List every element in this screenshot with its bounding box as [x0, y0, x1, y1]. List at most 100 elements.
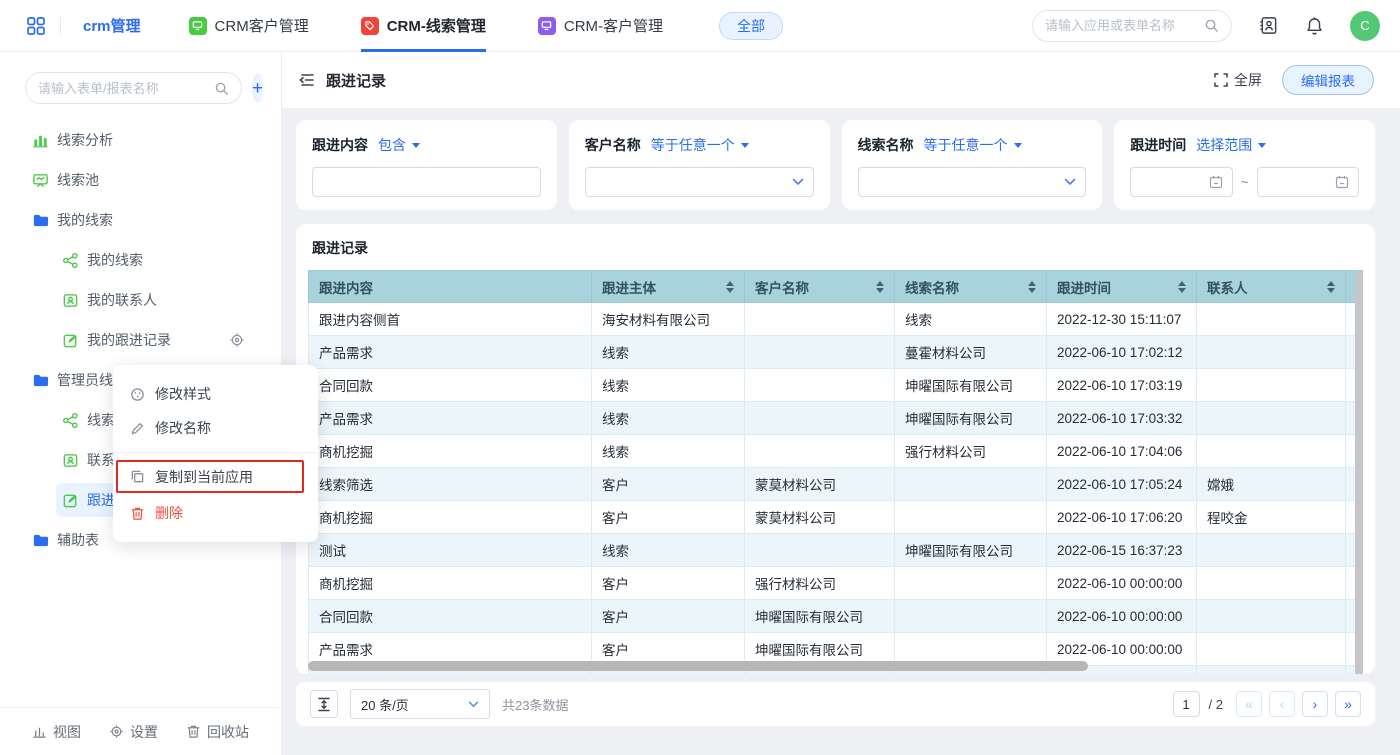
- table-row[interactable]: 线索筛选客户蒙莫材料公司2022-06-10 17:05:24嫦娥: [309, 468, 1363, 501]
- filter-operator-dropdown[interactable]: 选择范围: [1196, 135, 1266, 155]
- col-followup-time[interactable]: 跟进时间: [1047, 271, 1197, 303]
- sidebar-folder-my-leads[interactable]: 我的线索: [0, 200, 281, 240]
- prev-page-button[interactable]: ‹: [1269, 691, 1295, 717]
- folder-icon: [32, 372, 49, 389]
- date-from-input[interactable]: [1130, 167, 1232, 197]
- sidebar-item-lead-analysis[interactable]: 线索分析: [0, 120, 281, 160]
- app-tabs: CRM客户管理 CRM-线索管理 CRM-客户管理: [189, 0, 663, 52]
- table-row[interactable]: 商机挖掘线索强行材料公司2022-06-10 17:04:06: [309, 435, 1363, 468]
- table-row[interactable]: 产品需求线索蔓霍材料公司2022-06-10 17:02:12: [309, 336, 1363, 369]
- sidebar-item-my-leads[interactable]: 我的线索: [0, 240, 281, 280]
- contact-card-icon: [62, 292, 79, 309]
- sidebar-item-label: 线索: [87, 410, 115, 430]
- first-page-button[interactable]: «: [1236, 691, 1262, 717]
- sort-icon[interactable]: [726, 281, 734, 293]
- filter-select[interactable]: [585, 167, 814, 197]
- sidebar-item-my-followups[interactable]: 我的跟进记录: [0, 320, 281, 360]
- col-customer-name[interactable]: 客户名称: [745, 271, 895, 303]
- filter-field-label: 跟进时间: [1130, 135, 1186, 155]
- col-followup-content[interactable]: 跟进内容: [309, 271, 592, 303]
- filter-field-label: 客户名称: [585, 135, 641, 155]
- context-menu: 修改样式 修改名称 复制到当前应用 删除: [113, 365, 318, 542]
- main-area: 跟进记录 全屏 编辑报表 跟进内容 包含: [282, 52, 1400, 755]
- menu-item-label: 复制到当前应用: [155, 467, 253, 487]
- recycle-label: 回收站: [207, 722, 249, 742]
- all-filter-pill[interactable]: 全部: [719, 12, 783, 40]
- tab-crm-customer-mgmt[interactable]: CRM客户管理: [189, 0, 309, 52]
- vertical-scrollbar[interactable]: [1355, 270, 1363, 674]
- page-size-select[interactable]: 20 条/页: [350, 689, 490, 719]
- table-title: 跟进记录: [308, 238, 1363, 258]
- next-page-button[interactable]: ›: [1302, 691, 1328, 717]
- sort-icon[interactable]: [1178, 281, 1186, 293]
- sidebar-item-label: 我的联系人: [87, 290, 157, 310]
- menu-item-edit-style[interactable]: 修改样式: [113, 377, 318, 411]
- item-settings-gear-icon[interactable]: [229, 332, 245, 348]
- settings-label: 设置: [130, 722, 158, 742]
- col-lead-name[interactable]: 线索名称: [895, 271, 1047, 303]
- apps-grid-icon[interactable]: [26, 16, 46, 36]
- menu-item-label: 删除: [155, 503, 183, 523]
- menu-item-delete[interactable]: 删除: [113, 496, 318, 530]
- user-avatar[interactable]: C: [1350, 11, 1380, 41]
- page-size-value: 20 条/页: [361, 695, 409, 714]
- tab-crm-lead-mgmt[interactable]: CRM-线索管理: [361, 0, 486, 52]
- tab-crm-customer-mgmt-2[interactable]: CRM-客户管理: [538, 0, 663, 52]
- last-page-button[interactable]: »: [1335, 691, 1361, 717]
- edit-report-button[interactable]: 编辑报表: [1282, 65, 1374, 95]
- fit-height-button[interactable]: [310, 690, 338, 718]
- divider: [60, 17, 61, 35]
- filter-operator-dropdown[interactable]: 包含: [378, 135, 420, 155]
- address-book-icon[interactable]: [1258, 15, 1279, 36]
- sort-icon[interactable]: [1327, 281, 1335, 293]
- caret-down-icon: [1014, 143, 1022, 148]
- global-search-input[interactable]: [1045, 18, 1204, 33]
- gear-icon: [109, 724, 124, 739]
- sort-icon[interactable]: [1028, 281, 1036, 293]
- sidebar-footer: 视图 设置 回收站: [0, 707, 281, 755]
- table-wrapper: 跟进内容 跟进主体 客户名称 线索名称 跟进时间 联系人 跟 跟进内容侧首海安材…: [308, 270, 1363, 674]
- sidebar-search-input[interactable]: [38, 81, 214, 96]
- table-row[interactable]: 合同回款客户坤曜国际有限公司2022-06-10 00:00:00: [309, 600, 1363, 633]
- global-search[interactable]: [1032, 10, 1232, 42]
- sidebar-search[interactable]: [25, 72, 242, 104]
- calendar-icon: [1335, 175, 1349, 189]
- col-followup-subject[interactable]: 跟进主体: [592, 271, 745, 303]
- col-contact[interactable]: 联系人: [1197, 271, 1346, 303]
- filter-field-label: 跟进内容: [312, 135, 368, 155]
- sort-icon[interactable]: [876, 281, 884, 293]
- menu-item-rename[interactable]: 修改名称: [113, 411, 318, 445]
- filter-text-input[interactable]: [312, 167, 541, 197]
- horizontal-scrollbar[interactable]: [308, 661, 1088, 671]
- sidebar-item-my-contacts[interactable]: 我的联系人: [0, 280, 281, 320]
- filter-operator-dropdown[interactable]: 等于任意一个: [651, 135, 749, 155]
- filter-select[interactable]: [858, 167, 1087, 197]
- table-row[interactable]: 产品需求线索坤曜国际有限公司2022-06-10 17:03:32: [309, 402, 1363, 435]
- table-row[interactable]: 合同回款线索坤曜国际有限公司2022-06-10 17:03:19: [309, 369, 1363, 402]
- topbar-right: C: [1032, 10, 1380, 42]
- date-to-input[interactable]: [1257, 167, 1359, 197]
- table-row[interactable]: 商机挖掘客户蒙莫材料公司2022-06-10 17:06:20程咬金: [309, 501, 1363, 534]
- add-form-button[interactable]: +: [252, 73, 263, 103]
- caret-down-icon: [412, 143, 420, 148]
- sidebar-item-label: 线索池: [57, 170, 99, 190]
- fullscreen-button[interactable]: 全屏: [1214, 70, 1262, 90]
- menu-item-copy-to-app[interactable]: 复制到当前应用: [118, 462, 302, 491]
- collapse-sidebar-icon[interactable]: [298, 72, 316, 88]
- settings-button[interactable]: 设置: [109, 722, 158, 742]
- current-page-input[interactable]: 1: [1173, 691, 1200, 717]
- table-row[interactable]: 测试线索坤曜国际有限公司2022-06-15 16:37:23: [309, 534, 1363, 567]
- palette-icon: [130, 387, 145, 402]
- views-button[interactable]: 视图: [32, 722, 81, 742]
- app-title[interactable]: crm管理: [83, 15, 141, 36]
- bell-icon[interactable]: [1305, 16, 1324, 36]
- table-row[interactable]: 商机挖掘客户强行材料公司2022-06-10 00:00:00: [309, 567, 1363, 600]
- caret-down-icon: [1258, 143, 1266, 148]
- filter-operator-dropdown[interactable]: 等于任意一个: [924, 135, 1022, 155]
- chevron-down-icon: [1064, 178, 1076, 186]
- recycle-bin-button[interactable]: 回收站: [186, 722, 249, 742]
- contact-card-icon: [62, 452, 79, 469]
- app-monitor-icon: [189, 17, 207, 35]
- table-row[interactable]: 跟进内容侧首海安材料有限公司线索2022-12-30 15:11:07: [309, 303, 1363, 336]
- sidebar-item-lead-pool[interactable]: 线索池: [0, 160, 281, 200]
